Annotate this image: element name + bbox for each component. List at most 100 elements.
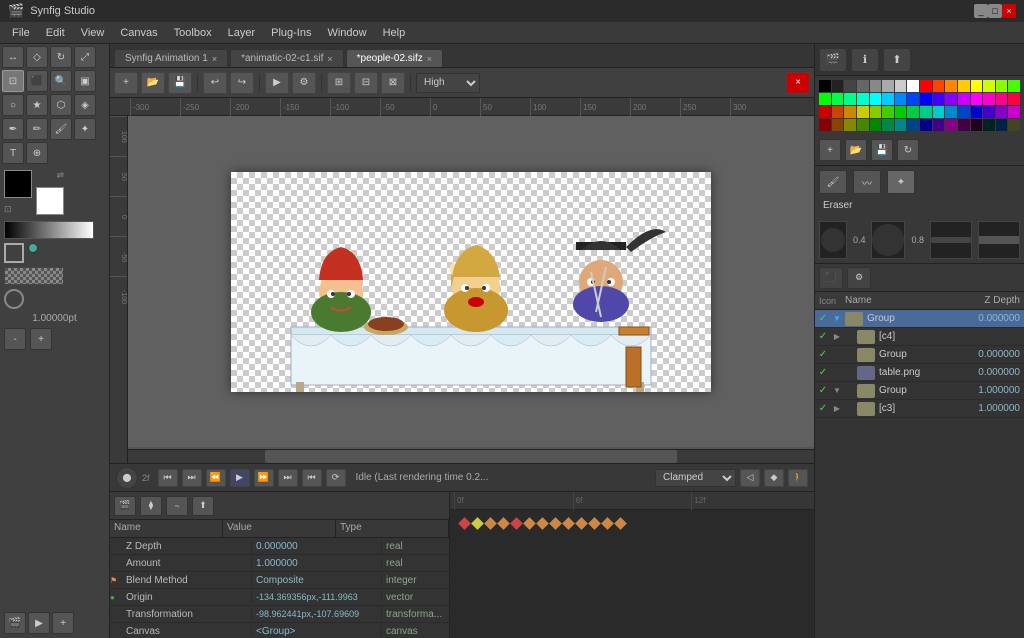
layer-row-group3[interactable]: ✓ ▼ Group 1.000000 [815,382,1024,400]
palette-color-46[interactable] [996,106,1008,118]
tool-mirror[interactable]: ⊡ [2,70,24,92]
palette-color-43[interactable] [958,106,970,118]
palette-color-54[interactable] [895,119,907,131]
palette-color-38[interactable] [895,106,907,118]
palette-color-51[interactable] [857,119,869,131]
kf-2[interactable] [497,517,510,530]
palette-color-14[interactable] [996,80,1008,92]
new-canvas-btn[interactable]: + [114,72,138,94]
palette-color-39[interactable] [907,106,919,118]
palette-color-8[interactable] [920,80,932,92]
palette-color-22[interactable] [895,93,907,105]
settings-btn[interactable]: ⚙ [292,72,316,94]
rtab-info[interactable]: ℹ [851,48,879,72]
layer-row-group1[interactable]: ✓ ▼ Group 0.000000 [815,310,1024,328]
palette-color-32[interactable] [819,106,831,118]
menu-edit[interactable]: Edit [38,25,73,41]
kf-red-2[interactable] [510,517,523,530]
palette-color-6[interactable] [895,80,907,92]
walk-btn[interactable]: 🚶 [788,469,808,487]
palette-color-48[interactable] [819,119,831,131]
prev-keyframe-btn[interactable]: ⏭ [182,469,202,487]
layer-check-0[interactable]: ✓ [815,313,831,324]
palette-color-31[interactable] [1008,93,1020,105]
palette-color-30[interactable] [996,93,1008,105]
kf-8[interactable] [588,517,601,530]
last-frame-btn[interactable]: ⏮ [302,469,322,487]
palette-color-44[interactable] [971,106,983,118]
palette-color-52[interactable] [870,119,882,131]
size-decrease-btn[interactable]: - [4,328,26,350]
layer-check-2[interactable]: ✓ [815,349,831,360]
snap-btn[interactable]: ⊠ [381,72,405,94]
palette-color-13[interactable] [983,80,995,92]
loop-mode-btn[interactable]: ◁ [740,469,760,487]
loop-btn[interactable]: ⟳ [326,469,346,487]
layer-row-table[interactable]: ✓ table.png 0.000000 [815,364,1024,382]
layers-tab-btn[interactable]: ⬛ [819,267,843,289]
guide-btn[interactable]: ⊟ [354,72,378,94]
close-button[interactable]: × [1002,4,1016,18]
palette-color-60[interactable] [971,119,983,131]
layer-check-1[interactable]: ✓ [815,331,831,342]
blend-value[interactable]: Composite [252,575,382,586]
palette-color-50[interactable] [844,119,856,131]
canvas-viewport[interactable] [128,116,814,447]
minimize-button[interactable]: _ [974,4,988,18]
tool-feather[interactable]: ◈ [74,94,96,116]
dot-indicator[interactable] [4,289,24,309]
tool-eraser[interactable]: ✦ [74,118,96,140]
open-canvas-btn[interactable]: 📂 [141,72,165,94]
palette-color-40[interactable] [920,106,932,118]
menu-toolbox[interactable]: Toolbox [166,25,220,41]
layer-check-5[interactable]: ✓ [815,403,831,414]
maximize-button[interactable]: □ [988,4,1002,18]
palette-color-9[interactable] [933,80,945,92]
play-btn[interactable]: ▶ [230,469,250,487]
keyframe-btn[interactable]: ◆ [764,469,784,487]
color-dot[interactable] [28,243,38,253]
tool-polygon[interactable]: ⬡ [50,94,72,116]
palette-color-37[interactable] [882,106,894,118]
tab-animation1-close[interactable]: × [212,54,217,64]
canvas-value[interactable]: <Group> [252,626,382,637]
tool-star[interactable]: ★ [26,94,48,116]
kf-9[interactable] [601,517,614,530]
kf-4[interactable] [536,517,549,530]
add-layer-btn[interactable]: 🎬 [114,496,136,516]
palette-save-btn[interactable]: 💾 [871,139,893,161]
kf-orange-1[interactable] [471,517,484,530]
tool-brush[interactable]: 🖌 [50,118,72,140]
next-keyframe-btn[interactable]: ⏭ [278,469,298,487]
layer-expand-5[interactable]: ▶ [831,404,843,413]
menu-plugins[interactable]: Plug-Ins [263,25,319,41]
tool-eyedrop[interactable]: 🔍 [50,70,72,92]
tool-rect[interactable]: ▣ [74,70,96,92]
palette-color-11[interactable] [958,80,970,92]
palette-color-34[interactable] [844,106,856,118]
palette-color-16[interactable] [819,93,831,105]
menu-view[interactable]: View [73,25,113,41]
palette-color-25[interactable] [933,93,945,105]
amount-value[interactable]: 1.000000 [252,558,382,569]
kf-3[interactable] [523,517,536,530]
palette-color-41[interactable] [933,106,945,118]
palette-color-23[interactable] [907,93,919,105]
kf-1[interactable] [484,517,497,530]
palette-color-62[interactable] [996,119,1008,131]
prop-transform[interactable]: Transformation -98.962441px,-107.69609 t… [110,606,449,623]
palette-color-19[interactable] [857,93,869,105]
kf-10[interactable] [614,517,627,530]
render-btn2[interactable]: ▶ [265,72,289,94]
transform-value[interactable]: -98.962441px,-107.69609 [252,609,382,619]
zdepth-value[interactable]: 0.000000 [252,541,382,552]
tool-node[interactable]: ◇ [26,46,48,68]
undo-btn[interactable]: ↩ [203,72,227,94]
menu-file[interactable]: File [4,25,38,41]
path-btn[interactable]: ~ [166,496,188,516]
palette-color-4[interactable] [870,80,882,92]
brush-preset-2[interactable] [871,221,905,259]
render-btn[interactable]: 🎬 [4,612,26,634]
layer-expand-0[interactable]: ▼ [831,314,843,323]
first-frame-btn[interactable]: ⏮ [158,469,178,487]
